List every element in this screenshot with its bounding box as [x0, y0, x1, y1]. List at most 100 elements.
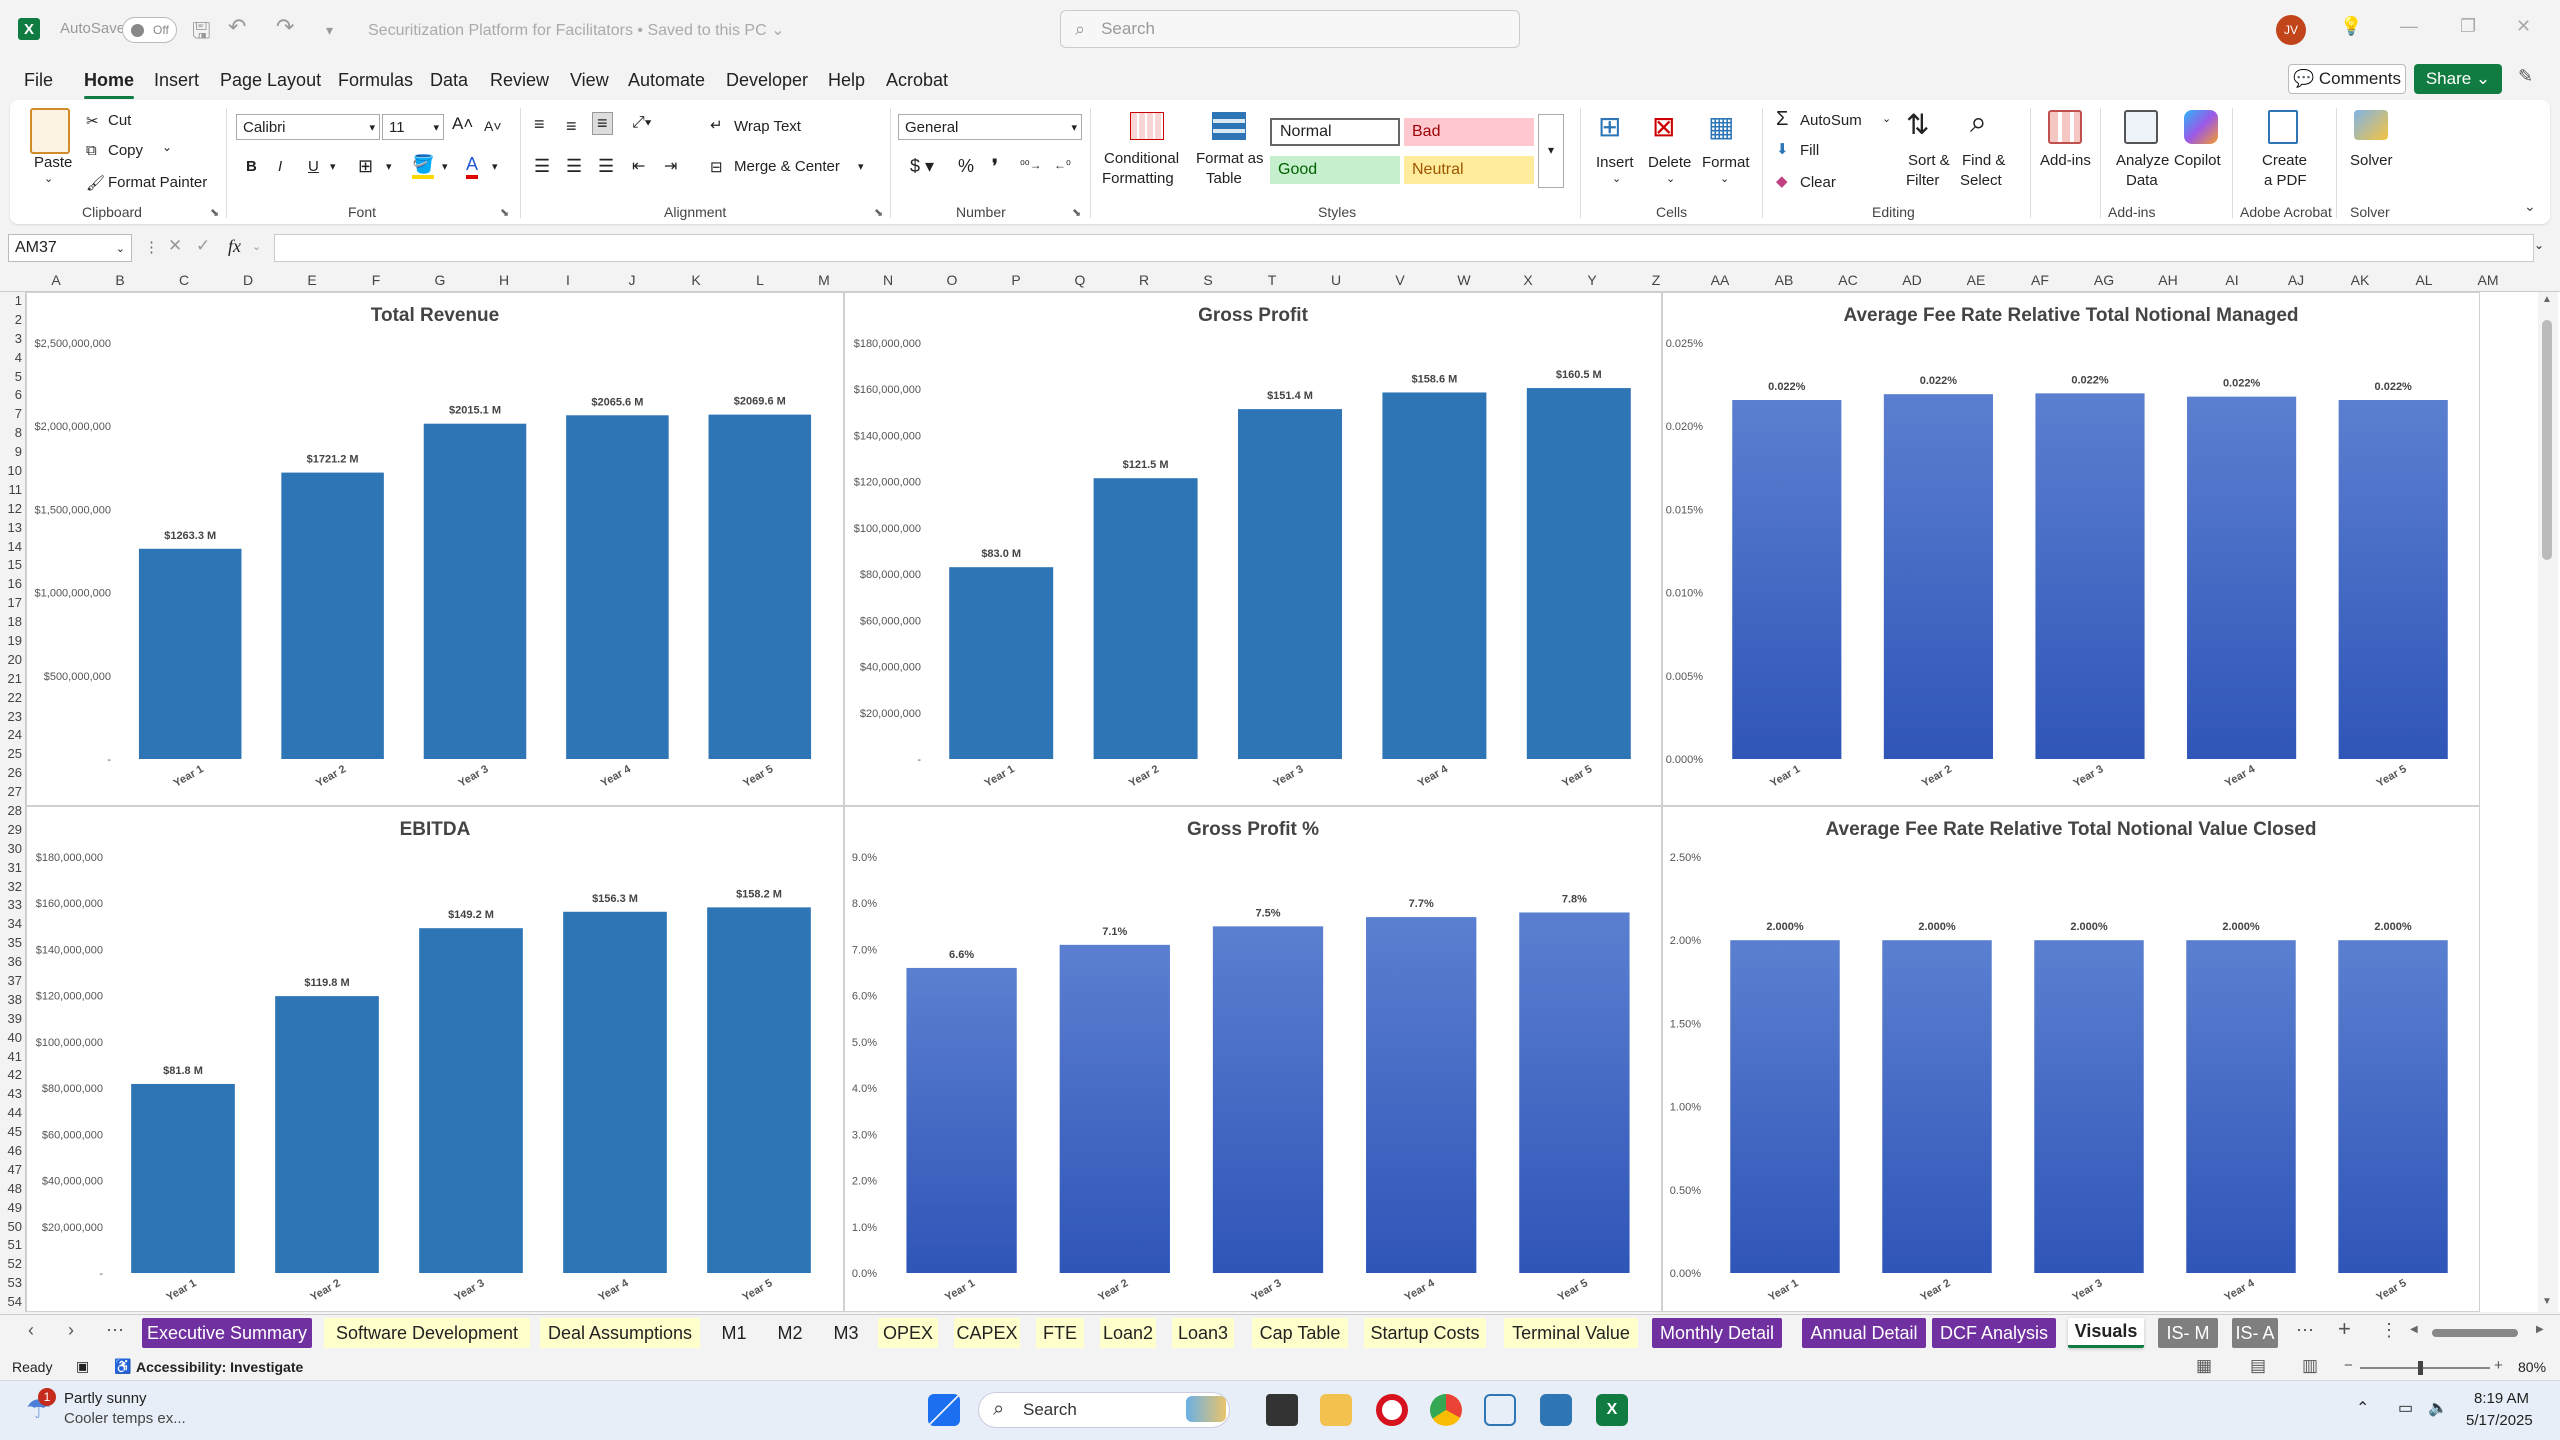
row-header[interactable]: 54: [0, 1294, 22, 1309]
chevron-down-icon[interactable]: ⌄: [252, 240, 261, 253]
column-header[interactable]: V: [1395, 272, 1404, 288]
vertical-scroll-thumb[interactable]: [2542, 320, 2552, 560]
tab-scroll-right-icon[interactable]: ›: [68, 1320, 74, 1341]
row-header[interactable]: 45: [0, 1124, 22, 1139]
row-header[interactable]: 10: [0, 463, 22, 478]
vertical-scrollbar[interactable]: ▲ ▼: [2538, 292, 2558, 1312]
row-header[interactable]: 31: [0, 860, 22, 875]
styles-more-icon[interactable]: ▾: [1538, 114, 1564, 188]
row-header[interactable]: 36: [0, 954, 22, 969]
more-options-icon[interactable]: ⋮: [144, 238, 159, 256]
bar[interactable]: [2035, 393, 2145, 759]
notepad-icon[interactable]: [1540, 1394, 1572, 1426]
page-layout-view-icon[interactable]: ▤: [2250, 1356, 2266, 1376]
share-button[interactable]: Share ⌄: [2414, 64, 2502, 94]
close-icon[interactable]: ✕: [2516, 16, 2531, 37]
page-break-view-icon[interactable]: ▥: [2302, 1356, 2318, 1376]
currency-icon[interactable]: $ ▾: [910, 156, 934, 177]
row-header[interactable]: 25: [0, 746, 22, 761]
row-header[interactable]: 4: [0, 350, 22, 365]
sheet-tab-startup-costs[interactable]: Startup Costs: [1364, 1318, 1486, 1348]
dialog-launcher-icon[interactable]: ⬊: [1072, 206, 1081, 219]
merge-center-button[interactable]: Merge & Center: [734, 158, 840, 175]
column-header[interactable]: H: [499, 272, 509, 288]
menu-item-formulas[interactable]: Formulas: [338, 70, 413, 91]
bar[interactable]: [1238, 409, 1342, 759]
bar[interactable]: [707, 907, 811, 1273]
style-good[interactable]: Good: [1270, 156, 1400, 184]
number-format-select[interactable]: General ▾: [898, 114, 1082, 140]
menu-item-review[interactable]: Review: [490, 70, 549, 91]
decrease-font-icon[interactable]: A˅: [484, 118, 502, 134]
sheet-tab-deal-assumptions[interactable]: Deal Assumptions: [540, 1318, 700, 1348]
collapse-ribbon-icon[interactable]: ⌄: [2524, 198, 2536, 215]
row-header[interactable]: 33: [0, 897, 22, 912]
chevron-down-icon[interactable]: ⌄: [1720, 172, 1729, 185]
sort-filter-button[interactable]: Sort &: [1908, 152, 1950, 169]
sheet-tab-loan3[interactable]: Loan3: [1172, 1318, 1234, 1348]
sheet-tab-fte[interactable]: FTE: [1036, 1318, 1084, 1348]
bar[interactable]: [1519, 912, 1630, 1273]
zoom-level[interactable]: 80%: [2518, 1359, 2546, 1375]
row-header[interactable]: 17: [0, 595, 22, 610]
row-header[interactable]: 19: [0, 633, 22, 648]
column-header[interactable]: AG: [2094, 272, 2114, 288]
cancel-entry-icon[interactable]: ✕: [168, 236, 182, 256]
file-explorer-icon[interactable]: [1320, 1394, 1352, 1426]
zoom-out-icon[interactable]: −: [2344, 1357, 2353, 1374]
row-header[interactable]: 5: [0, 369, 22, 384]
row-header[interactable]: 9: [0, 444, 22, 459]
bar[interactable]: [1732, 399, 1842, 759]
chevron-down-icon[interactable]: ⌄: [1882, 112, 1891, 125]
sheet-tab-visuals[interactable]: Visuals: [2068, 1318, 2144, 1348]
restore-icon[interactable]: ❐: [2460, 16, 2476, 37]
search-input[interactable]: ⌕ Search: [1060, 10, 1520, 48]
bar[interactable]: [1093, 478, 1198, 759]
bar[interactable]: [2338, 940, 2448, 1273]
sheet-tab-capex[interactable]: CAPEX: [954, 1318, 1020, 1348]
column-header[interactable]: N: [883, 272, 893, 288]
weather-condition[interactable]: Partly sunny: [64, 1390, 147, 1407]
column-header[interactable]: AF: [2031, 272, 2049, 288]
column-header[interactable]: I: [566, 272, 570, 288]
decrease-indent-icon[interactable]: ⇤: [632, 156, 645, 176]
addins-button[interactable]: Add-ins: [2040, 152, 2091, 169]
bar[interactable]: [1059, 944, 1170, 1273]
bar[interactable]: [131, 1083, 235, 1273]
column-header[interactable]: D: [243, 272, 253, 288]
sheet-tab-m2[interactable]: M2: [770, 1318, 810, 1348]
sheet-tab-is-a[interactable]: IS- A: [2232, 1318, 2278, 1348]
undo-icon[interactable]: ↶: [228, 14, 246, 40]
column-header[interactable]: T: [1268, 272, 1277, 288]
document-title[interactable]: Securitization Platform for Facilitators…: [368, 20, 785, 40]
row-header[interactable]: 13: [0, 520, 22, 535]
customize-qat-icon[interactable]: ▾: [326, 22, 333, 39]
bar[interactable]: [1382, 392, 1487, 759]
format-button[interactable]: Format: [1702, 154, 1750, 171]
bar[interactable]: [281, 472, 384, 759]
volume-icon[interactable]: 🔈: [2428, 1398, 2448, 1418]
autosum-button[interactable]: AutoSum: [1800, 112, 1862, 129]
column-header[interactable]: G: [435, 272, 446, 288]
sheet-tab-m1[interactable]: M1: [714, 1318, 754, 1348]
menu-item-automate[interactable]: Automate: [628, 70, 705, 91]
row-header[interactable]: 50: [0, 1219, 22, 1234]
sheet-tab-annual-detail[interactable]: Annual Detail: [1802, 1318, 1926, 1348]
row-header[interactable]: 52: [0, 1256, 22, 1271]
borders-icon[interactable]: ⊞: [358, 156, 373, 177]
menu-item-data[interactable]: Data: [430, 70, 468, 91]
sheet-tab-m3[interactable]: M3: [826, 1318, 866, 1348]
row-header[interactable]: 35: [0, 935, 22, 950]
menu-item-home[interactable]: Home: [84, 70, 135, 99]
column-header[interactable]: U: [1331, 272, 1341, 288]
chevron-down-icon[interactable]: ⌄: [162, 140, 172, 154]
font-size-select[interactable]: 11 ▾: [382, 114, 444, 140]
increase-decimal-icon[interactable]: ⁰⁰→: [1020, 158, 1042, 172]
bar[interactable]: [275, 996, 379, 1273]
row-header[interactable]: 40: [0, 1030, 22, 1045]
sheet-tab-cap-table[interactable]: Cap Table: [1252, 1318, 1348, 1348]
row-header[interactable]: 38: [0, 992, 22, 1007]
scroll-left-icon[interactable]: ◀: [2410, 1324, 2418, 1335]
redo-icon[interactable]: ↷: [276, 14, 294, 40]
row-header[interactable]: 48: [0, 1181, 22, 1196]
